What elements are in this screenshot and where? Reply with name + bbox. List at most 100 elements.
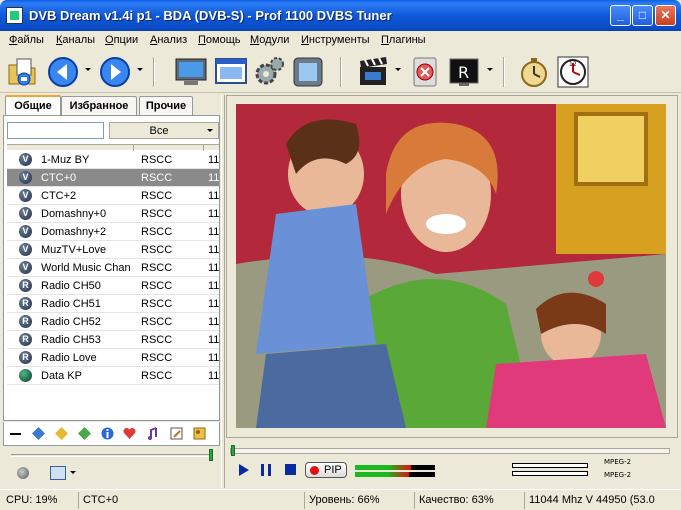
channel-provider: RSCC: [141, 370, 173, 382]
channel-number: 11: [208, 316, 219, 328]
channel-row[interactable]: V Domashny+2 RSCC 11: [7, 223, 219, 241]
channel-number: 11: [208, 280, 219, 292]
music-icon[interactable]: [146, 426, 161, 441]
menu-help[interactable]: Помощь: [198, 34, 241, 46]
tv-channel-icon: V: [19, 171, 32, 184]
channel-search-input[interactable]: [7, 122, 104, 139]
back-arrow-icon[interactable]: [46, 55, 80, 89]
app-icon[interactable]: [6, 7, 23, 24]
screen-mode-dropdown-icon[interactable]: [70, 471, 76, 474]
channel-number: 11: [208, 190, 219, 202]
channel-row[interactable]: Data KP RSCC 11: [7, 367, 219, 385]
key-icon[interactable]: [192, 426, 207, 441]
volume-slider-thumb[interactable]: [209, 449, 213, 461]
channel-row[interactable]: R Radio CH52 RSCC 11: [7, 313, 219, 331]
open-folder-icon[interactable]: [6, 55, 40, 89]
channel-name: Data KP: [41, 370, 82, 382]
speaker-icon[interactable]: [17, 467, 29, 479]
channel-row[interactable]: V CTC+2 RSCC 11: [7, 187, 219, 205]
channel-row[interactable]: V Domashny+0 RSCC 11: [7, 205, 219, 223]
chevron-down-icon[interactable]: [204, 124, 217, 137]
channel-list: V 1-Muz BY RSCC 11 V CTC+0 RSCC 11 V CTC+2 RSCC 11 V…: [7, 151, 219, 385]
channel-provider: RSCC: [141, 262, 173, 274]
maximize-button[interactable]: □: [632, 5, 653, 26]
channel-row[interactable]: R Radio CH51 RSCC 11: [7, 295, 219, 313]
menu-bar: Файлы Каналы Опции Анализ Помощь Модули …: [0, 31, 681, 51]
window-icon[interactable]: [214, 55, 248, 89]
tab-favorites[interactable]: Избранное: [61, 96, 137, 116]
channel-row[interactable]: V World Music Chan... RSCC 11: [7, 259, 219, 277]
channel-number: 11: [208, 298, 219, 310]
volume-slider[interactable]: [11, 454, 211, 457]
menu-plugins[interactable]: Плагины: [381, 34, 426, 46]
pip-button[interactable]: PIP: [305, 462, 347, 478]
channel-number: 11: [208, 244, 219, 256]
channel-name: Domashny+2: [41, 226, 107, 238]
channel-number: 11: [208, 208, 219, 220]
stop-button[interactable]: [285, 464, 296, 475]
forward-arrow-icon[interactable]: [98, 55, 132, 89]
panel-splitter[interactable]: [221, 95, 225, 488]
status-bar: CPU: 19% CTC+0 Уровень: 66% Качество: 63…: [0, 489, 681, 510]
menu-channels[interactable]: Каналы: [56, 34, 95, 46]
play-button[interactable]: [239, 464, 249, 476]
gears-icon[interactable]: [252, 55, 286, 89]
diamond-arrow-icon[interactable]: [54, 426, 69, 441]
close-button[interactable]: ✕: [655, 5, 676, 26]
tv-channel-icon: V: [19, 261, 32, 274]
monitor-icon[interactable]: [174, 55, 208, 89]
pause-button[interactable]: [261, 464, 271, 476]
radio-r-icon[interactable]: R: [447, 55, 481, 89]
channel-name: Radio Love: [41, 352, 97, 364]
tv-channel-icon: V: [19, 225, 32, 238]
radio-channel-icon: R: [19, 333, 32, 346]
minus-icon[interactable]: [8, 426, 23, 441]
back-dropdown-icon[interactable]: [85, 68, 91, 71]
menu-files[interactable]: Файлы: [9, 34, 44, 46]
channel-provider: RSCC: [141, 316, 173, 328]
menu-modules[interactable]: Модули: [250, 34, 289, 46]
clapper-icon[interactable]: [357, 55, 391, 89]
channel-tab-body: Все V 1-Muz BY RSCC 11 V CTC+0 RSCC 11 V CTC+2 RSC…: [3, 115, 220, 421]
forward-dropdown-icon[interactable]: [137, 68, 143, 71]
timer-icon[interactable]: [517, 55, 551, 89]
minimize-button[interactable]: _: [610, 5, 631, 26]
seek-thumb[interactable]: [231, 445, 235, 456]
seek-bar[interactable]: [230, 448, 670, 454]
clapper-dropdown-icon[interactable]: [395, 68, 401, 71]
channel-row[interactable]: V CTC+0 RSCC 11: [7, 169, 219, 187]
tab-other[interactable]: Прочие: [139, 96, 193, 116]
audio-format-1: MPEG-2: [604, 458, 632, 466]
diamond-up-icon[interactable]: [77, 426, 92, 441]
channel-row[interactable]: R Radio CH50 RSCC 11: [7, 277, 219, 295]
menu-options[interactable]: Опции: [105, 34, 138, 46]
fullscreen-icon[interactable]: [291, 55, 325, 89]
channel-row[interactable]: V 1-Muz BY RSCC 11: [7, 151, 219, 169]
radio-channel-icon: R: [19, 279, 32, 292]
channel-row[interactable]: R Radio Love RSCC 11: [7, 349, 219, 367]
signal-level-meter: [355, 465, 435, 470]
audio-meter-left: [512, 463, 588, 468]
clock-icon[interactable]: 12: [556, 55, 590, 89]
diamond-down-icon[interactable]: [31, 426, 46, 441]
window-title: DVB Dream v1.4i p1 - BDA (DVB-S) - Prof …: [29, 8, 392, 23]
video-display[interactable]: [236, 104, 666, 428]
title-bar[interactable]: DVB Dream v1.4i p1 - BDA (DVB-S) - Prof …: [0, 0, 681, 31]
channel-filter-select[interactable]: Все: [109, 122, 219, 139]
channel-row[interactable]: R Radio CH53 RSCC 11: [7, 331, 219, 349]
menu-analysis[interactable]: Анализ: [150, 34, 187, 46]
menu-tools[interactable]: Инструменты: [301, 34, 370, 46]
filter-value: Все: [149, 125, 169, 137]
info-icon[interactable]: [100, 426, 115, 441]
tab-general[interactable]: Общие: [5, 95, 61, 117]
radio-channel-icon: R: [19, 351, 32, 364]
record-icon[interactable]: [408, 55, 442, 89]
quality-level-meter: [355, 472, 435, 477]
heart-icon[interactable]: [122, 426, 137, 441]
screen-mode-icon[interactable]: [50, 466, 66, 480]
toolbar-separator: [153, 57, 155, 87]
radio-dropdown-icon[interactable]: [487, 68, 493, 71]
channel-provider: RSCC: [141, 172, 173, 184]
edit-icon[interactable]: [169, 426, 184, 441]
channel-row[interactable]: V MuzTV+Love RSCC 11: [7, 241, 219, 259]
